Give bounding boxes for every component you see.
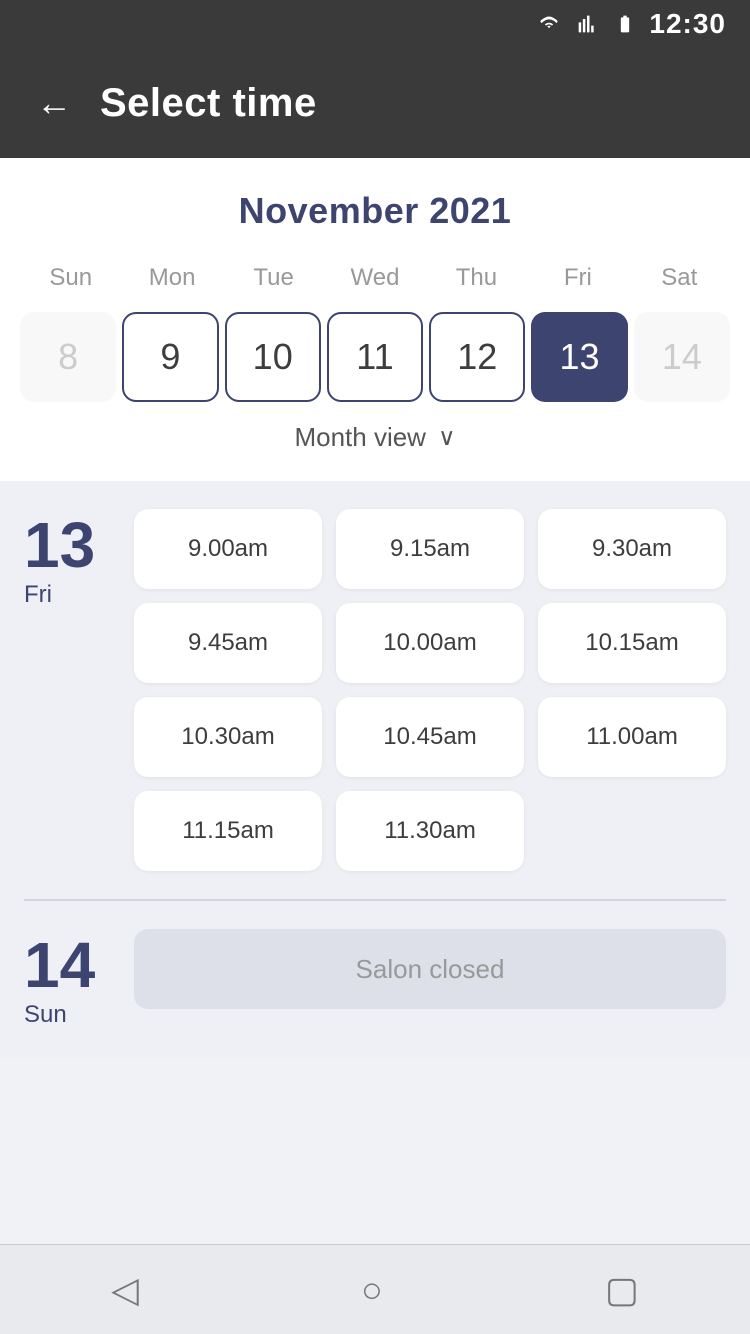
status-time: 12:30 — [649, 8, 726, 40]
slot-1030am[interactable]: 10.30am — [134, 697, 322, 777]
chevron-down-icon: ∨ — [438, 423, 456, 452]
day-9[interactable]: 9 — [122, 312, 218, 402]
slot-900am[interactable]: 9.00am — [134, 509, 322, 589]
slot-1100am[interactable]: 11.00am — [538, 697, 726, 777]
nav-recent-icon[interactable]: ▢ — [605, 1269, 639, 1311]
slot-1000am[interactable]: 10.00am — [336, 603, 524, 683]
closed-slot-14: Salon closed — [134, 929, 726, 1009]
slot-945am[interactable]: 9.45am — [134, 603, 322, 683]
day-label-13: 13 Fri — [24, 509, 114, 609]
slot-1130am[interactable]: 11.30am — [336, 791, 524, 871]
month-view-toggle[interactable]: Month view ∨ — [20, 402, 730, 461]
day-name-13: Fri — [24, 581, 52, 609]
status-bar: 12:30 — [0, 0, 750, 48]
weekdays-row: Sun Mon Tue Wed Thu Fri Sat — [20, 260, 730, 296]
day-10[interactable]: 10 — [225, 312, 321, 402]
month-view-label: Month view — [294, 422, 426, 453]
signal-icon — [573, 14, 601, 34]
day-12[interactable]: 12 — [429, 312, 525, 402]
slot-1015am[interactable]: 10.15am — [538, 603, 726, 683]
bottom-nav: ◁ ○ ▢ — [0, 1244, 750, 1334]
weekday-tue: Tue — [223, 260, 324, 296]
back-button[interactable]: ← — [36, 85, 72, 121]
slot-1115am[interactable]: 11.15am — [134, 791, 322, 871]
day-14[interactable]: 14 — [634, 312, 730, 402]
day-row-13: 13 Fri 9.00am 9.15am 9.30am 9.45am 10.00… — [24, 509, 726, 871]
slot-915am[interactable]: 9.15am — [336, 509, 524, 589]
nav-back-icon[interactable]: ◁ — [111, 1269, 139, 1311]
day-name-14: Sun — [24, 1001, 67, 1029]
days-row: 8 9 10 11 12 13 14 — [20, 312, 730, 402]
weekday-fri: Fri — [527, 260, 628, 296]
page-title: Select time — [100, 81, 317, 126]
wifi-icon — [535, 14, 563, 34]
slot-1045am[interactable]: 10.45am — [336, 697, 524, 777]
nav-home-icon[interactable]: ○ — [361, 1269, 383, 1311]
weekday-thu: Thu — [426, 260, 527, 296]
timeslots-section: 13 Fri 9.00am 9.15am 9.30am 9.45am 10.00… — [0, 481, 750, 1057]
day-11[interactable]: 11 — [327, 312, 423, 402]
day-number-13: 13 — [24, 513, 95, 577]
slots-grid-13: 9.00am 9.15am 9.30am 9.45am 10.00am 10.1… — [134, 509, 726, 871]
weekday-sat: Sat — [629, 260, 730, 296]
day-8[interactable]: 8 — [20, 312, 116, 402]
weekday-mon: Mon — [121, 260, 222, 296]
day-number-14: 14 — [24, 933, 95, 997]
day-13[interactable]: 13 — [531, 312, 627, 402]
day-row-14: 14 Sun Salon closed — [24, 929, 726, 1029]
battery-icon — [611, 14, 639, 34]
day-label-14: 14 Sun — [24, 929, 114, 1029]
slot-930am[interactable]: 9.30am — [538, 509, 726, 589]
header: ← Select time — [0, 48, 750, 158]
calendar-section: November 2021 Sun Mon Tue Wed Thu Fri Sa… — [0, 158, 750, 481]
section-divider — [24, 899, 726, 901]
day-section-13: 13 Fri 9.00am 9.15am 9.30am 9.45am 10.00… — [24, 509, 726, 871]
month-year-label: November 2021 — [20, 190, 730, 232]
weekday-sun: Sun — [20, 260, 121, 296]
status-icons: 12:30 — [535, 8, 726, 40]
weekday-wed: Wed — [324, 260, 425, 296]
day-section-14: 14 Sun Salon closed — [24, 929, 726, 1029]
